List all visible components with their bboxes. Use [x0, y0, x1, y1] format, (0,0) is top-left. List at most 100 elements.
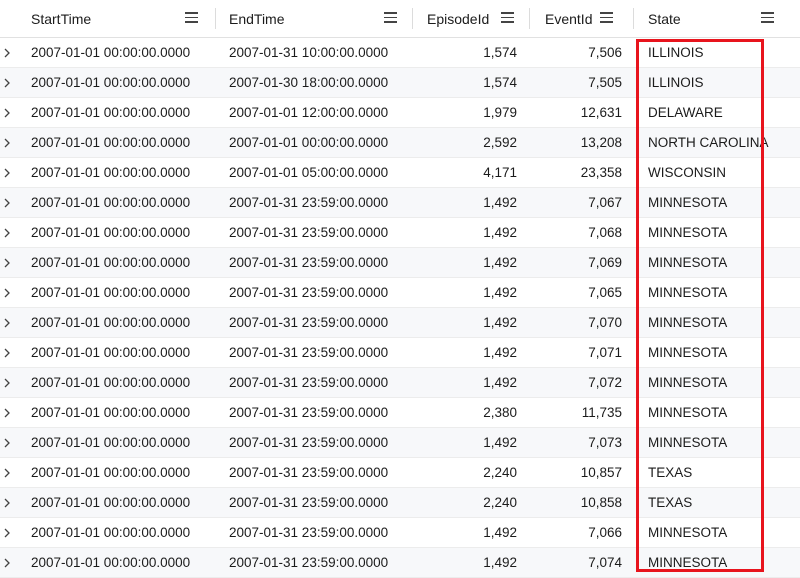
cell-starttime: 2007-01-01 00:00:00.0000 [31, 435, 191, 450]
column-header-state[interactable]: State [634, 0, 800, 37]
chevron-right-icon[interactable] [3, 468, 11, 478]
cell-episodeid: 1,492 [483, 525, 517, 540]
table-row[interactable]: 2007-01-01 00:00:00.0000 2007-01-31 23:59… [0, 428, 800, 458]
chevron-right-icon[interactable] [3, 48, 11, 58]
column-menu-icon[interactable] [600, 12, 613, 23]
cell-starttime: 2007-01-01 00:00:00.0000 [31, 525, 191, 540]
cell-starttime: 2007-01-01 00:00:00.0000 [31, 255, 191, 270]
cell-endtime: 2007-01-31 23:59:00.0000 [229, 405, 389, 420]
column-menu-icon[interactable] [761, 12, 774, 23]
cell-eventid: 23,358 [580, 165, 622, 180]
column-header-eventid[interactable]: EventId [530, 0, 634, 37]
cell-state: DELAWARE [648, 105, 723, 120]
chevron-right-icon[interactable] [3, 78, 11, 88]
chevron-right-icon[interactable] [3, 288, 11, 298]
cell-starttime: 2007-01-01 00:00:00.0000 [31, 285, 191, 300]
table-row[interactable]: 2007-01-01 00:00:00.0000 2007-01-30 18:00… [0, 68, 800, 98]
table-row[interactable]: 2007-01-01 00:00:00.0000 2007-01-31 10:00… [0, 38, 800, 68]
cell-episodeid: 1,979 [483, 105, 517, 120]
cell-endtime: 2007-01-31 23:59:00.0000 [229, 345, 389, 360]
chevron-right-icon[interactable] [3, 348, 11, 358]
chevron-right-icon[interactable] [3, 198, 11, 208]
column-header-label: EpisodeId [427, 10, 490, 27]
column-header-label: State [648, 10, 681, 27]
table-row[interactable]: 2007-01-01 00:00:00.0000 2007-01-01 00:00… [0, 128, 800, 158]
cell-endtime: 2007-01-31 23:59:00.0000 [229, 495, 389, 510]
chevron-right-icon[interactable] [3, 408, 11, 418]
cell-eventid: 7,067 [588, 195, 622, 210]
cell-episodeid: 4,171 [483, 165, 517, 180]
cell-starttime: 2007-01-01 00:00:00.0000 [31, 345, 191, 360]
chevron-right-icon[interactable] [3, 558, 11, 568]
cell-endtime: 2007-01-31 23:59:00.0000 [229, 435, 389, 450]
cell-endtime: 2007-01-31 23:59:00.0000 [229, 255, 389, 270]
cell-starttime: 2007-01-01 00:00:00.0000 [31, 465, 191, 480]
table-row[interactable]: 2007-01-01 00:00:00.0000 2007-01-31 23:59… [0, 248, 800, 278]
table-row[interactable]: 2007-01-01 00:00:00.0000 2007-01-31 23:59… [0, 308, 800, 338]
cell-state: MINNESOTA [648, 405, 728, 420]
table-row[interactable]: 2007-01-01 00:00:00.0000 2007-01-31 23:59… [0, 278, 800, 308]
column-header-endtime[interactable]: EndTime [216, 0, 413, 37]
cell-endtime: 2007-01-01 05:00:00.0000 [229, 165, 389, 180]
cell-starttime: 2007-01-01 00:00:00.0000 [31, 555, 191, 570]
table-row[interactable]: 2007-01-01 00:00:00.0000 2007-01-31 23:59… [0, 188, 800, 218]
table-row[interactable]: 2007-01-01 00:00:00.0000 2007-01-31 23:59… [0, 368, 800, 398]
cell-state: MINNESOTA [648, 315, 728, 330]
cell-starttime: 2007-01-01 00:00:00.0000 [31, 45, 191, 60]
cell-starttime: 2007-01-01 00:00:00.0000 [31, 315, 191, 330]
chevron-right-icon[interactable] [3, 258, 11, 268]
cell-endtime: 2007-01-31 10:00:00.0000 [229, 45, 389, 60]
table-row[interactable]: 2007-01-01 00:00:00.0000 2007-01-31 23:59… [0, 488, 800, 518]
column-header-label: EndTime [229, 10, 285, 27]
cell-eventid: 7,506 [588, 45, 622, 60]
cell-endtime: 2007-01-31 23:59:00.0000 [229, 195, 389, 210]
column-header-episodeid[interactable]: EpisodeId [413, 0, 530, 37]
grid-header: StartTime EndTime EpisodeId EventId Stat… [0, 0, 800, 38]
table-row[interactable]: 2007-01-01 00:00:00.0000 2007-01-31 23:59… [0, 548, 800, 578]
cell-episodeid: 2,380 [483, 405, 517, 420]
cell-endtime: 2007-01-31 23:59:00.0000 [229, 315, 389, 330]
chevron-right-icon[interactable] [3, 168, 11, 178]
chevron-right-icon[interactable] [3, 318, 11, 328]
cell-eventid: 7,072 [588, 375, 622, 390]
chevron-right-icon[interactable] [3, 378, 11, 388]
cell-episodeid: 1,574 [483, 45, 517, 60]
cell-state: NORTH CAROLINA [648, 135, 769, 150]
cell-starttime: 2007-01-01 00:00:00.0000 [31, 195, 191, 210]
chevron-right-icon[interactable] [3, 498, 11, 508]
cell-state: MINNESOTA [648, 225, 728, 240]
table-row[interactable]: 2007-01-01 00:00:00.0000 2007-01-31 23:59… [0, 518, 800, 548]
column-menu-icon[interactable] [501, 12, 514, 23]
column-menu-icon[interactable] [384, 12, 397, 23]
cell-eventid: 10,858 [580, 495, 622, 510]
cell-episodeid: 1,492 [483, 435, 517, 450]
cell-eventid: 7,074 [588, 555, 622, 570]
cell-state: MINNESOTA [648, 555, 728, 570]
cell-state: ILLINOIS [648, 75, 704, 90]
cell-episodeid: 1,492 [483, 195, 517, 210]
column-menu-icon[interactable] [185, 12, 198, 23]
table-row[interactable]: 2007-01-01 00:00:00.0000 2007-01-31 23:59… [0, 338, 800, 368]
column-header-starttime[interactable]: StartTime [14, 0, 216, 37]
chevron-right-icon[interactable] [3, 138, 11, 148]
cell-episodeid: 2,240 [483, 495, 517, 510]
table-row[interactable]: 2007-01-01 00:00:00.0000 2007-01-31 23:59… [0, 398, 800, 428]
chevron-right-icon[interactable] [3, 438, 11, 448]
cell-starttime: 2007-01-01 00:00:00.0000 [31, 225, 191, 240]
chevron-right-icon[interactable] [3, 228, 11, 238]
cell-endtime: 2007-01-31 23:59:00.0000 [229, 375, 389, 390]
cell-endtime: 2007-01-31 23:59:00.0000 [229, 525, 389, 540]
cell-eventid: 7,069 [588, 255, 622, 270]
table-row[interactable]: 2007-01-01 00:00:00.0000 2007-01-01 05:00… [0, 158, 800, 188]
chevron-right-icon[interactable] [3, 528, 11, 538]
chevron-right-icon[interactable] [3, 108, 11, 118]
table-row[interactable]: 2007-01-01 00:00:00.0000 2007-01-31 23:59… [0, 458, 800, 488]
cell-state: MINNESOTA [648, 195, 728, 210]
cell-episodeid: 1,492 [483, 225, 517, 240]
cell-eventid: 10,857 [580, 465, 622, 480]
table-row[interactable]: 2007-01-01 00:00:00.0000 2007-01-31 23:59… [0, 218, 800, 248]
cell-state: MINNESOTA [648, 375, 728, 390]
cell-eventid: 11,735 [581, 405, 622, 420]
cell-eventid: 13,208 [580, 135, 622, 150]
table-row[interactable]: 2007-01-01 00:00:00.0000 2007-01-01 12:00… [0, 98, 800, 128]
